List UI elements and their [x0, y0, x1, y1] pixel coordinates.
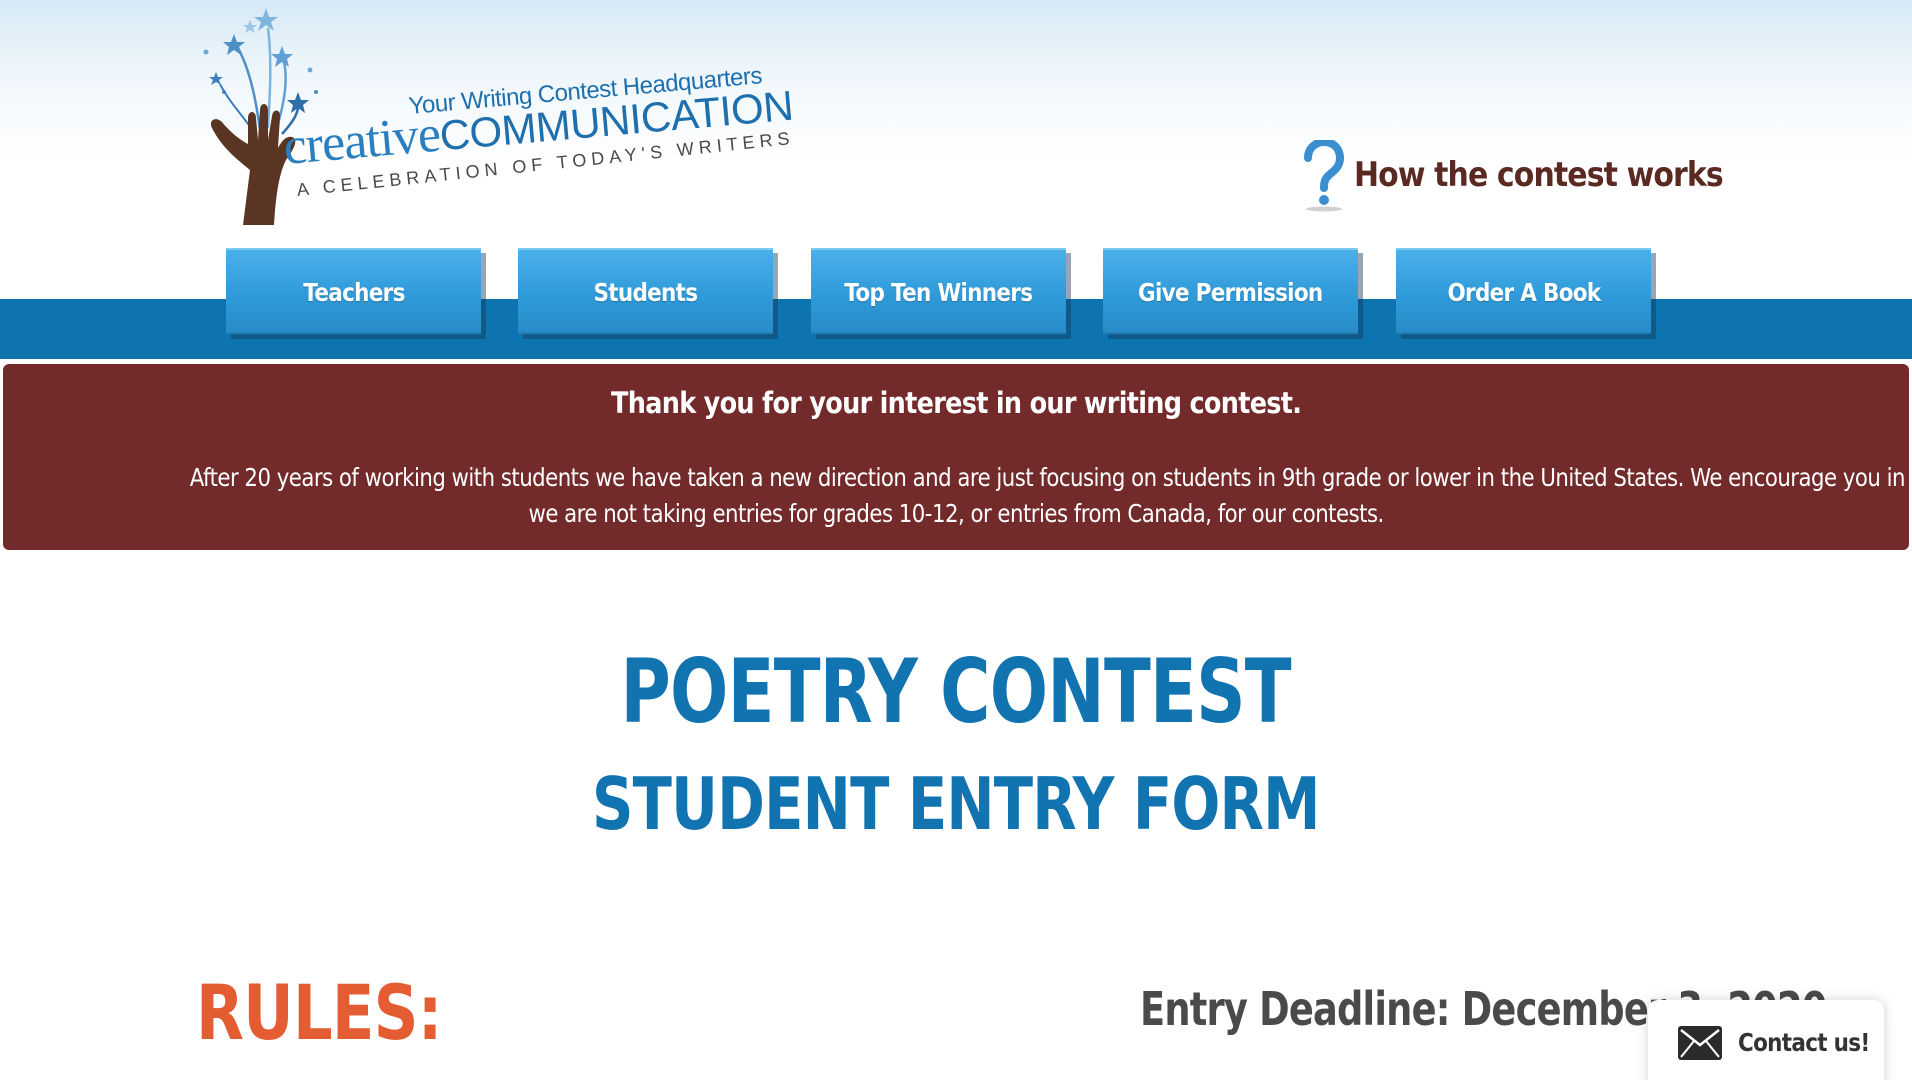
envelope-icon: [1678, 1026, 1722, 1060]
contact-us-label: Contact us!: [1738, 1028, 1891, 1057]
nav-students-button[interactable]: Students: [518, 248, 773, 334]
nav-order-a-book-label: Order A Book: [1446, 277, 1601, 307]
question-mark-icon: [1300, 137, 1345, 212]
contact-us-widget[interactable]: Contact us!: [1648, 1000, 1884, 1080]
page-subtitle: STUDENT ENTRY FORM: [0, 762, 1912, 846]
nav-teachers-label: Teachers: [302, 277, 405, 307]
main-nav: Teachers Students Top Ten Winners Give P…: [0, 248, 1912, 338]
page: Your Writing Contest Headquarters creati…: [0, 0, 1912, 1080]
rules-heading: RULES:: [196, 968, 496, 1057]
nav-give-permission-button[interactable]: Give Permission: [1103, 248, 1358, 334]
notice-title: Thank you for your interest in our writi…: [3, 386, 1909, 420]
notice-body-line-1: After 20 years of working with students …: [189, 463, 1912, 492]
how-contest-works-label: How the contest works: [1354, 155, 1724, 195]
page-title-text: POETRY CONTEST: [620, 640, 1292, 743]
page-title: POETRY CONTEST: [0, 640, 1912, 743]
notice-title-text: Thank you for your interest in our writi…: [610, 386, 1302, 420]
how-contest-works-link[interactable]: How the contest works: [1300, 137, 1773, 212]
nav-order-a-book-button[interactable]: Order A Book: [1396, 248, 1651, 334]
nav-teachers-button[interactable]: Teachers: [226, 248, 481, 334]
nav-top-ten-winners-label: Top Ten Winners: [844, 277, 1033, 307]
rules-heading-text: RULES:: [196, 968, 443, 1057]
nav-top-ten-winners-button[interactable]: Top Ten Winners: [811, 248, 1066, 334]
contact-us-label-text: Contact us!: [1738, 1028, 1870, 1057]
nav-give-permission-label: Give Permission: [1138, 277, 1323, 307]
nav-students-label: Students: [593, 277, 699, 307]
notice-banner: Thank you for your interest in our writi…: [3, 364, 1912, 550]
notice-body: After 20 years of working with students …: [23, 460, 1912, 532]
page-subtitle-text: STUDENT ENTRY FORM: [592, 762, 1320, 846]
notice-body-line-2: we are not taking entries for grades 10-…: [528, 499, 1384, 528]
site-logo[interactable]: Your Writing Contest Headquarters creati…: [198, 0, 795, 230]
